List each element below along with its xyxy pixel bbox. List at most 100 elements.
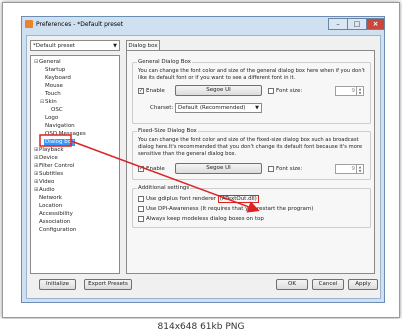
initialize-button[interactable]: Initialize: [39, 279, 76, 290]
font-size-value: 9: [351, 88, 356, 94]
tree-item-label: Keyboard: [45, 75, 71, 81]
font-size-label: Font size:: [276, 166, 303, 172]
tree-item-label: Mouse: [45, 83, 63, 89]
group-description: You can change the font color and size o…: [138, 68, 365, 81]
font-button[interactable]: Segoe UI: [175, 163, 262, 174]
tree-item-device[interactable]: ⊞Device: [34, 155, 58, 162]
tree-item-video[interactable]: ⊞Video: [34, 179, 54, 186]
tree-item-label: Playback: [39, 147, 64, 153]
tree-item-filter-control[interactable]: ⊞Filter Control: [34, 163, 74, 170]
tree-item-label: Touch: [45, 91, 61, 97]
tree-item-audio[interactable]: ⊞Audio: [34, 187, 55, 194]
app-icon: [25, 20, 33, 28]
tree-item-osd-messages[interactable]: OSD Messages: [45, 131, 86, 138]
tree-item-label: Network: [39, 195, 62, 201]
tree-item-label: Logo: [45, 115, 59, 121]
font-size-checkbox[interactable]: [268, 166, 274, 172]
modeless-on-top-checkbox[interactable]: [138, 216, 144, 222]
tree-item-label: Location: [39, 203, 63, 209]
fixed-size-dialog-box-group: Fixed-Size Dialog Box You can change the…: [132, 128, 371, 180]
maximize-button[interactable]: □: [347, 18, 367, 30]
gdiplus-checkbox[interactable]: [138, 196, 144, 202]
tree-item-mouse[interactable]: Mouse: [45, 83, 63, 90]
general-dialog-box-group: General Dialog Box You can change the fo…: [132, 59, 371, 124]
tree-item-label: Video: [39, 179, 55, 185]
tree-item-label: Subtitles: [39, 171, 64, 177]
apply-button[interactable]: Apply: [348, 279, 378, 290]
tree-item-label: Dialog box: [45, 139, 75, 145]
cancel-button[interactable]: Cancel: [312, 279, 344, 290]
spin-arrows-icon[interactable]: ▲ ▼: [356, 165, 363, 173]
tree-item-label: OSD Messages: [45, 131, 86, 137]
window-title: Preferences - *Default preset: [36, 21, 124, 28]
image-info-footer: 814x648 61kb PNG: [0, 319, 402, 335]
chevron-down-icon: ▼: [113, 43, 117, 49]
tree-item-association[interactable]: Association: [39, 219, 70, 226]
preset-dropdown[interactable]: *Default preset ▼: [30, 40, 120, 51]
font-size-value: 9: [351, 166, 356, 172]
preset-value: *Default preset: [33, 43, 76, 49]
tree-item-label: OSC: [51, 107, 63, 113]
tree-item-location[interactable]: Location: [39, 203, 62, 210]
minimize-button[interactable]: –: [328, 18, 348, 30]
font-size-stepper[interactable]: 9 ▲ ▼: [335, 86, 364, 96]
tree-item-startup[interactable]: Startup: [45, 67, 65, 74]
tree-item-osc[interactable]: OSC: [51, 107, 63, 114]
charset-dropdown[interactable]: Default (Recommended) ▼: [175, 103, 262, 113]
tree-item-playback[interactable]: ⊞Playback: [34, 147, 64, 154]
ok-button[interactable]: OK: [276, 279, 308, 290]
group-title: General Dialog Box: [137, 59, 192, 65]
tree-item-configuration[interactable]: Configuration: [39, 227, 76, 234]
tree-item-label: Filter Control: [39, 163, 75, 169]
dpi-awareness-label: Use DPI-Awareness (It requires that you …: [146, 206, 314, 212]
tree-item-subtitles[interactable]: ⊞Subtitles: [34, 171, 63, 178]
tree-item-label: Skin: [45, 99, 57, 105]
group-title: Additional settings: [137, 185, 191, 191]
gdiplus-label-text: Use gdiplus font renderer: [146, 196, 218, 202]
gdiplus-label: Use gdiplus font renderer (ATextOut.dll): [146, 195, 259, 203]
tree-item-label: Accessibility: [39, 211, 73, 217]
tree-item-label: Audio: [39, 187, 55, 193]
screenshot-frame: Preferences - *Default preset – □ × *Def…: [2, 2, 400, 318]
dpi-awareness-checkbox[interactable]: [138, 206, 144, 212]
spin-arrows-icon[interactable]: ▲ ▼: [356, 87, 363, 95]
charset-value: Default (Recommended): [178, 105, 246, 111]
modeless-on-top-label: Always keep modeless dialog boxes on top: [146, 216, 264, 222]
enable-checkbox[interactable]: ✓: [138, 88, 144, 94]
font-button[interactable]: Segoe UI: [175, 85, 262, 96]
tree-item-label: Startup: [45, 67, 66, 73]
font-size-label: Font size:: [276, 88, 303, 94]
close-button[interactable]: ×: [366, 18, 385, 30]
tree-item-accessibility[interactable]: Accessibility: [39, 211, 73, 218]
title-bar: Preferences - *Default preset – □ ×: [22, 17, 385, 31]
group-description: You can change the font color and size o…: [138, 137, 363, 157]
tree-item-network[interactable]: Network: [39, 195, 62, 202]
tree-item-skin[interactable]: ⊟Skin: [40, 99, 57, 106]
preferences-window: Preferences - *Default preset – □ × *Def…: [21, 16, 385, 303]
enable-label: Enable: [146, 88, 165, 94]
tree-item-label: Association: [39, 219, 71, 225]
chevron-down-icon: ▼: [255, 105, 259, 111]
atextout-highlight: (ATextOut.dll): [217, 195, 259, 203]
enable-checkbox[interactable]: ✓: [138, 166, 144, 172]
group-title: Fixed-Size Dialog Box: [137, 128, 198, 134]
font-size-stepper[interactable]: 9 ▲ ▼: [335, 164, 364, 174]
tree-item-label: Navigation: [45, 123, 75, 129]
charset-label: Charset:: [150, 105, 174, 111]
tree-item-touch[interactable]: Touch: [45, 91, 61, 98]
tree-item-logo[interactable]: Logo: [45, 115, 58, 122]
tree-item-label: Device: [39, 155, 58, 161]
tree-item-label: Configuration: [39, 227, 77, 233]
tree-item-keyboard[interactable]: Keyboard: [45, 75, 71, 82]
tree-item-label: General: [39, 59, 61, 65]
export-presets-button[interactable]: Export Presets: [84, 279, 132, 290]
enable-label: Enable: [146, 166, 165, 172]
additional-settings-group: Additional settings Use gdiplus font ren…: [132, 185, 371, 228]
font-size-checkbox[interactable]: [268, 88, 274, 94]
tree-item-navigation[interactable]: Navigation: [45, 123, 75, 130]
dialog-client-area: *Default preset ▼ ⊟General Startup Keybo…: [26, 35, 381, 299]
dialog-box-settings-panel: General Dialog Box You can change the fo…: [126, 50, 375, 274]
tree-item-general[interactable]: ⊟General: [34, 59, 61, 66]
settings-tree: ⊟General Startup Keyboard Mouse Touch ⊟S…: [30, 55, 120, 274]
tree-item-dialog-box[interactable]: Dialog box: [44, 139, 76, 146]
